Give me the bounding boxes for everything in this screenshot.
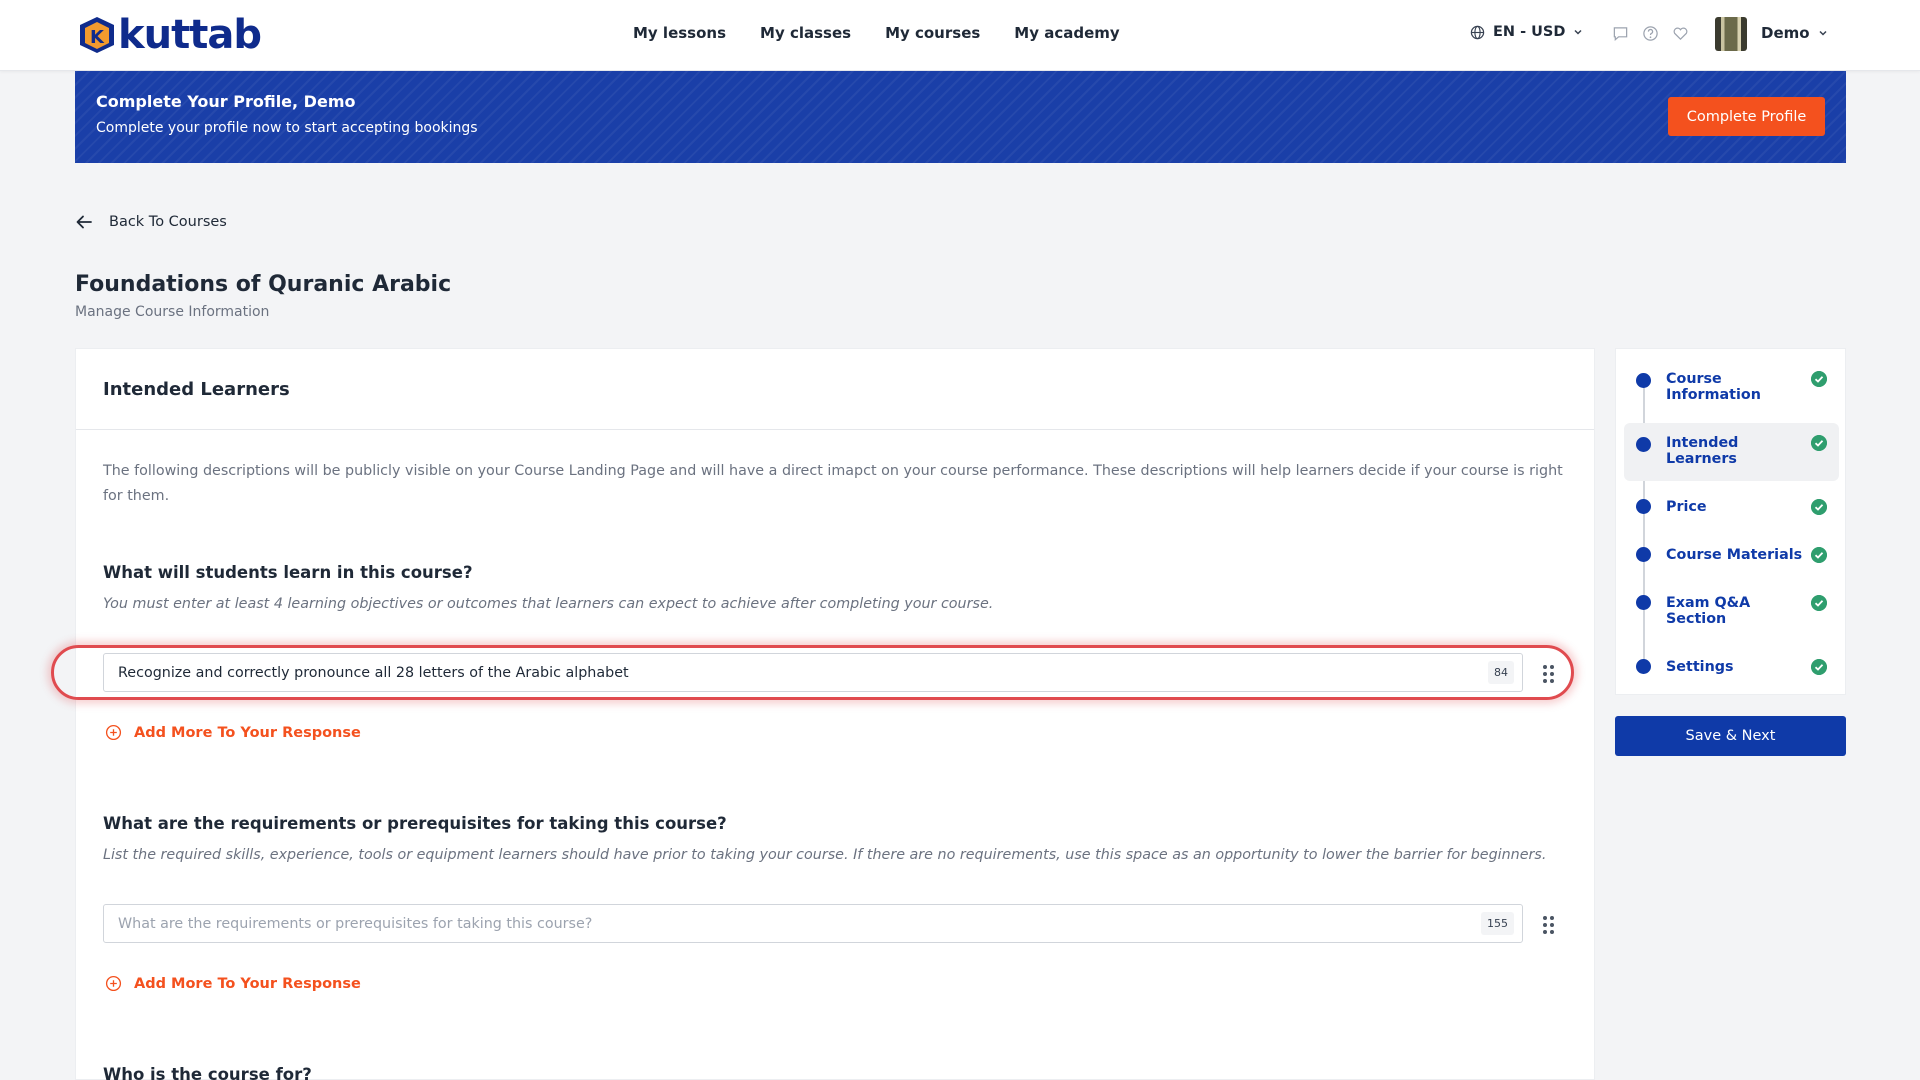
step-dot-icon — [1636, 499, 1651, 514]
brand-logo[interactable]: K kuttab — [78, 12, 262, 58]
check-circle-icon — [1811, 547, 1827, 563]
step-label: Course Information — [1666, 371, 1761, 403]
globe-icon — [1470, 25, 1485, 39]
add-more-requirements-button[interactable]: Add More To Your Response — [105, 975, 361, 992]
step-dot-icon — [1636, 547, 1651, 562]
arrow-left-icon — [76, 215, 92, 229]
banner-subtitle: Complete your profile now to start accep… — [96, 120, 478, 136]
nav-my-academy[interactable]: My academy — [1014, 24, 1119, 42]
nav-my-classes[interactable]: My classes — [760, 24, 851, 42]
step-label: Price — [1666, 499, 1707, 515]
add-more-label: Add More To Your Response — [134, 724, 361, 741]
step-dot-icon — [1636, 437, 1651, 452]
back-to-courses-link[interactable]: Back To Courses — [75, 214, 227, 230]
plus-circle-icon — [105, 975, 122, 992]
page-title: Foundations of Quranic Arabic — [75, 272, 452, 297]
language-currency-selector[interactable]: EN - USD — [1470, 24, 1583, 40]
step-label: Course Materials — [1666, 547, 1803, 563]
question-title-learn: What will students learn in this course? — [103, 563, 473, 582]
add-more-label: Add More To Your Response — [134, 975, 361, 992]
question-title-audience: Who is the course for? — [103, 1065, 312, 1080]
chat-icon[interactable] — [1612, 25, 1629, 42]
main-nav: My lessons My classes My courses My acad… — [633, 24, 1120, 42]
logo-mark-icon: K — [78, 15, 116, 55]
user-menu[interactable]: Demo — [1761, 24, 1828, 42]
heart-icon[interactable] — [1672, 25, 1689, 42]
section-description: The following descriptions will be publi… — [103, 463, 1563, 504]
check-circle-icon — [1811, 595, 1827, 611]
step-course-materials[interactable]: Course Materials — [1624, 539, 1839, 571]
save-and-next-button[interactable]: Save & Next — [1615, 716, 1846, 756]
step-intended-learners[interactable]: Intended Learners — [1624, 423, 1839, 481]
focus-highlight-ring — [51, 645, 1574, 700]
check-circle-icon — [1811, 659, 1827, 675]
avatar[interactable] — [1715, 17, 1747, 51]
step-exam-qa-section[interactable]: Exam Q&A Section — [1624, 587, 1839, 635]
banner-title: Complete Your Profile, Demo — [96, 92, 356, 111]
brand-name: kuttab — [118, 12, 262, 58]
top-navbar: K kuttab My lessons My classes My course… — [0, 0, 1920, 71]
complete-profile-button[interactable]: Complete Profile — [1668, 97, 1825, 136]
intended-learners-card: Intended Learners The following descript… — [75, 348, 1595, 1080]
user-name: Demo — [1761, 24, 1810, 42]
nav-my-lessons[interactable]: My lessons — [633, 24, 726, 42]
back-label: Back To Courses — [109, 214, 227, 230]
step-dot-icon — [1636, 595, 1651, 610]
requirements-field: 155 — [103, 904, 1523, 943]
page-subtitle: Manage Course Information — [75, 304, 270, 320]
step-label: Intended Learners — [1666, 435, 1739, 467]
section-title: Intended Learners — [103, 379, 290, 400]
step-course-information[interactable]: Course Information — [1624, 363, 1839, 411]
plus-circle-icon — [105, 724, 122, 741]
question-title-requirements: What are the requirements or prerequisit… — [103, 814, 727, 833]
requirements-input[interactable] — [118, 905, 1448, 942]
char-counter: 155 — [1481, 912, 1514, 935]
step-price[interactable]: Price — [1624, 491, 1839, 523]
chevron-down-icon — [1819, 30, 1827, 36]
course-steps-panel: Course Information Intended Learners Pri… — [1615, 348, 1846, 695]
card-header: Intended Learners — [76, 349, 1594, 430]
step-dot-icon — [1636, 659, 1651, 674]
check-circle-icon — [1811, 435, 1827, 451]
nav-my-courses[interactable]: My courses — [885, 24, 980, 42]
question-hint-learn: You must enter at least 4 learning objec… — [103, 596, 994, 612]
topbar-icons — [1612, 25, 1689, 42]
add-more-learn-button[interactable]: Add More To Your Response — [105, 724, 361, 741]
step-label: Exam Q&A Section — [1666, 595, 1751, 627]
check-circle-icon — [1811, 371, 1827, 387]
question-hint-requirements: List the required skills, experience, to… — [103, 847, 1547, 863]
svg-text:K: K — [90, 27, 105, 48]
help-icon[interactable] — [1642, 25, 1659, 42]
chevron-down-icon — [1574, 29, 1582, 35]
check-circle-icon — [1811, 499, 1827, 515]
drag-handle-icon[interactable] — [1543, 916, 1557, 934]
step-label: Settings — [1666, 659, 1734, 675]
step-dot-icon — [1636, 373, 1651, 388]
complete-profile-banner: Complete Your Profile, Demo Complete you… — [75, 71, 1846, 163]
step-settings[interactable]: Settings — [1624, 651, 1839, 683]
lang-currency-label: EN - USD — [1493, 24, 1566, 40]
